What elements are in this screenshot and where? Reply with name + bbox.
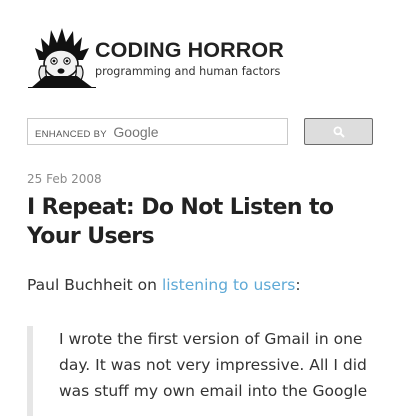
coding-horror-logo[interactable] (27, 26, 97, 89)
quote-bar (27, 326, 33, 416)
post-intro: Paul Buchheit on listening to users: (27, 276, 377, 294)
intro-suffix: : (295, 276, 301, 294)
search-brand-name: Google (113, 124, 159, 140)
site-header: CODING HORROR programming and human fact… (27, 22, 377, 92)
intro-text: Paul Buchheit on (27, 276, 157, 294)
post-title[interactable]: I Repeat: Do Not Listen to Your Users (27, 193, 387, 251)
listening-to-users-link[interactable]: listening to users (162, 276, 295, 294)
search-icon (333, 126, 345, 138)
quote-text: I wrote the first version of Gmail in on… (59, 330, 368, 400)
post-date: 25 Feb 2008 (27, 172, 102, 186)
search-button[interactable] (304, 118, 373, 145)
search-brand-prefix: ENHANCED BY (35, 129, 107, 140)
logo-icon (28, 28, 96, 89)
blockquote: I wrote the first version of Gmail in on… (27, 326, 387, 416)
search-input[interactable]: ENHANCED BY Google (27, 118, 288, 145)
search-bar: ENHANCED BY Google (27, 118, 373, 146)
search-branding: ENHANCED BY Google (35, 119, 159, 146)
site-tagline: programming and human factors (95, 65, 281, 78)
site-title[interactable]: CODING HORROR (95, 38, 284, 63)
